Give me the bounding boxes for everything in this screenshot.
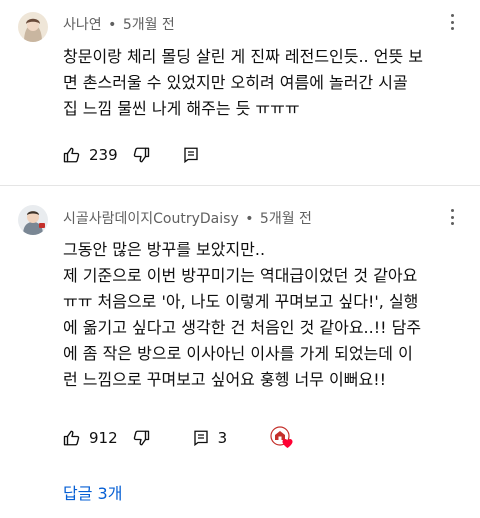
comment-line: 집 느낌 물씬 나게 해주는 듯 ㅠㅠㅠ bbox=[63, 99, 300, 118]
author-name[interactable]: 사나연 bbox=[63, 17, 102, 33]
comment-line: ㅠㅠ 처음으로 '아, 나도 이렇게 꾸며보고 싶다!', 실행 bbox=[63, 292, 419, 311]
comment-actions: 912 3 bbox=[63, 426, 227, 450]
comment-line: 제 기준으로 이번 방꾸미기는 역대급이었던 것 같아요 bbox=[63, 266, 418, 285]
comment-time: 5개월 전 bbox=[259, 211, 312, 227]
kebab-menu-icon[interactable] bbox=[444, 12, 460, 32]
thumbs-up-icon[interactable] bbox=[63, 429, 81, 447]
like-count: 239 bbox=[89, 146, 118, 164]
comment-meta: 시골사람데이지CoutryDaisy • 5개월 전 bbox=[63, 208, 312, 228]
comment-text: 창문이랑 체리 몰딩 살린 게 진짜 레전드인듯.. 언뜻 보 면 촌스러울 수… bbox=[63, 44, 463, 122]
comment-actions: 239 bbox=[63, 143, 200, 167]
comment-line: 면 촌스러울 수 있었지만 오히려 여름에 놀러간 시골 bbox=[63, 73, 408, 92]
comment-line: 에 좀 작은 방으로 이사아닌 이사를 가게 되었는데 이 bbox=[63, 344, 413, 363]
avatar[interactable] bbox=[18, 205, 48, 235]
kebab-menu-icon[interactable] bbox=[444, 207, 460, 227]
reply-count: 3 bbox=[217, 429, 228, 447]
author-name[interactable]: 시골사람데이지CoutryDaisy bbox=[63, 211, 239, 227]
thumbs-up-icon[interactable] bbox=[63, 146, 81, 164]
like-count: 912 bbox=[89, 429, 118, 447]
avatar[interactable] bbox=[18, 12, 48, 42]
comment-line: 그동안 많은 방꾸를 보았지만.. bbox=[63, 240, 266, 259]
thumbs-down-icon[interactable] bbox=[132, 429, 150, 447]
comment-line: 창문이랑 체리 몰딩 살린 게 진짜 레전드인듯.. 언뜻 보 bbox=[63, 47, 423, 66]
thumbs-down-icon[interactable] bbox=[132, 146, 150, 164]
comment-meta: 사나연 • 5개월 전 bbox=[63, 14, 175, 34]
reply-icon[interactable] bbox=[182, 146, 200, 164]
comment-time: 5개월 전 bbox=[122, 17, 175, 33]
comment-line: 에 옮기고 싶다고 생각한 건 처음인 것 같아요..!! 담주 bbox=[63, 318, 422, 337]
comment-text: 그동안 많은 방꾸를 보았지만.. 제 기준으로 이번 방꾸미기는 역대급이었던… bbox=[63, 237, 463, 393]
view-replies-link[interactable]: 답글 3개 bbox=[63, 480, 122, 504]
comment-divider bbox=[0, 185, 480, 186]
reply-icon[interactable] bbox=[192, 429, 210, 447]
comment-line: 런 느낌으로 꾸며보고 싶어요 훙헹 너무 이뻐요!! bbox=[63, 370, 387, 389]
meta-separator: • bbox=[245, 211, 254, 227]
meta-separator: • bbox=[108, 17, 117, 33]
creator-heart-icon bbox=[270, 426, 294, 454]
